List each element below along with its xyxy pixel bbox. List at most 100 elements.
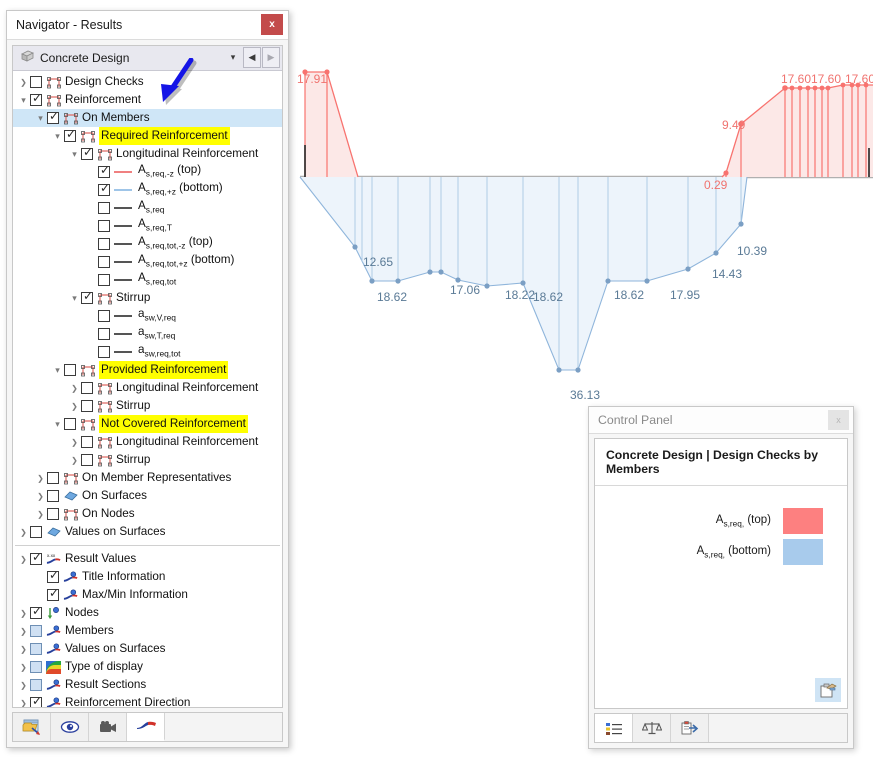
chevron-right-icon[interactable] — [17, 640, 30, 659]
checkbox-asw-req-tot[interactable] — [98, 346, 110, 358]
eye-icon[interactable] — [51, 713, 89, 741]
chevron-right-icon[interactable] — [17, 550, 30, 569]
tree-item-as-req-minus-z-top[interactable]: As,req,-z (top) — [13, 163, 282, 181]
tree-item-title-information[interactable]: Title Information — [13, 568, 282, 586]
tree-item-as-req-t[interactable]: As,req,T — [13, 217, 282, 235]
checkbox-stirrup-prov[interactable] — [81, 400, 93, 412]
control-panel-window[interactable]: Control Panel x Concrete Design | Design… — [588, 406, 854, 749]
tree-item-stirrup-nc[interactable]: Stirrup — [13, 451, 282, 469]
checkbox-as-req-tot-minus-z-top[interactable] — [98, 238, 110, 250]
tree-item-asw-v-req[interactable]: asw,V,req — [13, 307, 282, 325]
checkbox-stirrup-nc[interactable] — [81, 454, 93, 466]
legend-color-swatch[interactable] — [783, 508, 823, 534]
checkbox-as-req-tot[interactable] — [98, 274, 110, 286]
navigator-results-window[interactable]: Navigator - Results x Concrete Design ▾ … — [6, 10, 289, 748]
tree-item-reinforcement[interactable]: Reinforcement — [13, 91, 282, 109]
tree-item-as-req-plus-z-bottom[interactable]: As,req,+z (bottom) — [13, 181, 282, 199]
scales-icon[interactable] — [633, 714, 671, 742]
chevron-right-icon[interactable] — [34, 505, 47, 524]
camera-icon[interactable] — [89, 713, 127, 741]
chevron-down-icon[interactable] — [51, 127, 64, 145]
tree-item-reinforcement-direction[interactable]: Reinforcement Direction — [13, 694, 282, 707]
checkbox-members[interactable] — [30, 625, 42, 637]
tree-item-max-min-information[interactable]: Max/Min Information — [13, 586, 282, 604]
tree-item-members[interactable]: Members — [13, 622, 282, 640]
folder-window-icon[interactable] — [13, 713, 51, 741]
checkbox-asw-t-req[interactable] — [98, 328, 110, 340]
legend-row-as-req-bottom[interactable]: As,req, (bottom) — [595, 539, 847, 565]
checkbox-values-on-surfaces-2[interactable] — [30, 643, 42, 655]
checkbox-max-min-information[interactable] — [47, 586, 60, 601]
tree-item-longitudinal-reinforcement-prov[interactable]: Longitudinal Reinforcement — [13, 379, 282, 397]
close-icon[interactable]: x — [261, 14, 283, 35]
tree-item-as-req-tot-minus-z-top[interactable]: As,req,tot,-z (top) — [13, 235, 282, 253]
chevron-right-icon[interactable] — [68, 379, 81, 398]
checkbox-result-values[interactable] — [30, 550, 43, 565]
checkbox-longitudinal-reinforcement-nc[interactable] — [81, 436, 93, 448]
tree-item-required-reinforcement[interactable]: Required Reinforcement — [13, 127, 282, 145]
checkbox-on-nodes[interactable] — [47, 508, 59, 520]
chevron-right-icon[interactable] — [17, 694, 30, 708]
checkbox-required-reinforcement[interactable] — [64, 127, 77, 142]
close-icon[interactable]: x — [828, 410, 849, 430]
checkbox-longitudinal-reinforcement-prov[interactable] — [81, 382, 93, 394]
checkbox-longitudinal-reinforcement-req[interactable] — [81, 145, 94, 160]
tree-item-stirrup-prov[interactable]: Stirrup — [13, 397, 282, 415]
checkbox-stirrup-req[interactable] — [81, 289, 94, 304]
legend-row-as-req-top[interactable]: As,req, (top) — [595, 508, 847, 534]
tree-item-asw-req-tot[interactable]: asw,req,tot — [13, 343, 282, 361]
clipboard-stamp-icon[interactable] — [815, 678, 841, 702]
checkbox-values-on-surfaces[interactable] — [30, 526, 42, 538]
tree-item-values-on-surfaces-2[interactable]: Values on Surfaces — [13, 640, 282, 658]
checkbox-on-member-representatives[interactable] — [47, 472, 59, 484]
checkbox-reinforcement[interactable] — [30, 91, 43, 106]
tree-item-stirrup-req[interactable]: Stirrup — [13, 289, 282, 307]
chevron-right-icon[interactable] — [68, 451, 81, 470]
triangle-left-icon[interactable]: ◀ — [243, 47, 261, 68]
legend-color-swatch[interactable] — [783, 539, 823, 565]
tree-item-nodes[interactable]: Nodes — [13, 604, 282, 622]
tree-item-provided-reinforcement[interactable]: Provided Reinforcement — [13, 361, 282, 379]
checkbox-as-req-t[interactable] — [98, 220, 110, 232]
checkbox-type-of-display[interactable] — [30, 661, 42, 673]
checkbox-provided-reinforcement[interactable] — [64, 364, 76, 376]
navigator-tab-toolbar[interactable] — [12, 712, 283, 742]
checkbox-nodes[interactable] — [30, 604, 43, 619]
tree-item-longitudinal-reinforcement-nc[interactable]: Longitudinal Reinforcement — [13, 433, 282, 451]
chevron-right-icon[interactable] — [68, 433, 81, 452]
chevron-right-icon[interactable] — [17, 523, 30, 542]
chevron-down-icon[interactable]: ▾ — [224, 47, 242, 68]
checkbox-title-information[interactable] — [47, 568, 60, 583]
tree-item-as-req-tot[interactable]: As,req,tot — [13, 271, 282, 289]
checkbox-as-req-minus-z-top[interactable] — [98, 163, 111, 178]
checkbox-on-members[interactable] — [47, 109, 60, 124]
tree-item-not-covered-reinforcement[interactable]: Not Covered Reinforcement — [13, 415, 282, 433]
checkbox-as-req-tot-plus-z-bottom[interactable] — [98, 256, 110, 268]
tree-item-type-of-display[interactable]: Type of display — [13, 658, 282, 676]
checkbox-as-req[interactable] — [98, 202, 110, 214]
tree-item-on-member-representatives[interactable]: On Member Representatives — [13, 469, 282, 487]
checkbox-not-covered-reinforcement[interactable] — [64, 418, 76, 430]
chevron-down-icon[interactable] — [51, 361, 64, 379]
chevron-down-icon[interactable] — [34, 109, 47, 127]
design-addon-selector[interactable]: Concrete Design ▾ ◀ ▶ — [13, 46, 282, 71]
chevron-right-icon[interactable] — [68, 397, 81, 416]
tree-item-result-values[interactable]: x.xx Result Values — [13, 550, 282, 568]
checkbox-on-surfaces[interactable] — [47, 490, 59, 502]
tree-item-design-checks[interactable]: Design Checks — [13, 73, 282, 91]
chevron-right-icon[interactable] — [17, 604, 30, 623]
tree-item-on-members[interactable]: On Members — [13, 109, 282, 127]
checkbox-as-req-plus-z-bottom[interactable] — [98, 181, 111, 196]
tree-item-asw-t-req[interactable]: asw,T,req — [13, 325, 282, 343]
control-panel-titlebar[interactable]: Control Panel x — [589, 407, 853, 434]
chevron-down-icon[interactable] — [17, 91, 30, 109]
checkbox-design-checks[interactable] — [30, 76, 42, 88]
chevron-right-icon[interactable] — [17, 658, 30, 677]
chevron-down-icon[interactable] — [68, 289, 81, 307]
tree-item-as-req[interactable]: As,req — [13, 199, 282, 217]
results-diagram-icon[interactable] — [127, 713, 165, 741]
chevron-right-icon[interactable] — [17, 73, 30, 92]
results-tree[interactable]: Design Checks Reinforcement On Members Requ… — [13, 71, 282, 707]
tree-item-values-on-surfaces[interactable]: Values on Surfaces — [13, 523, 282, 541]
chevron-right-icon[interactable] — [17, 676, 30, 695]
